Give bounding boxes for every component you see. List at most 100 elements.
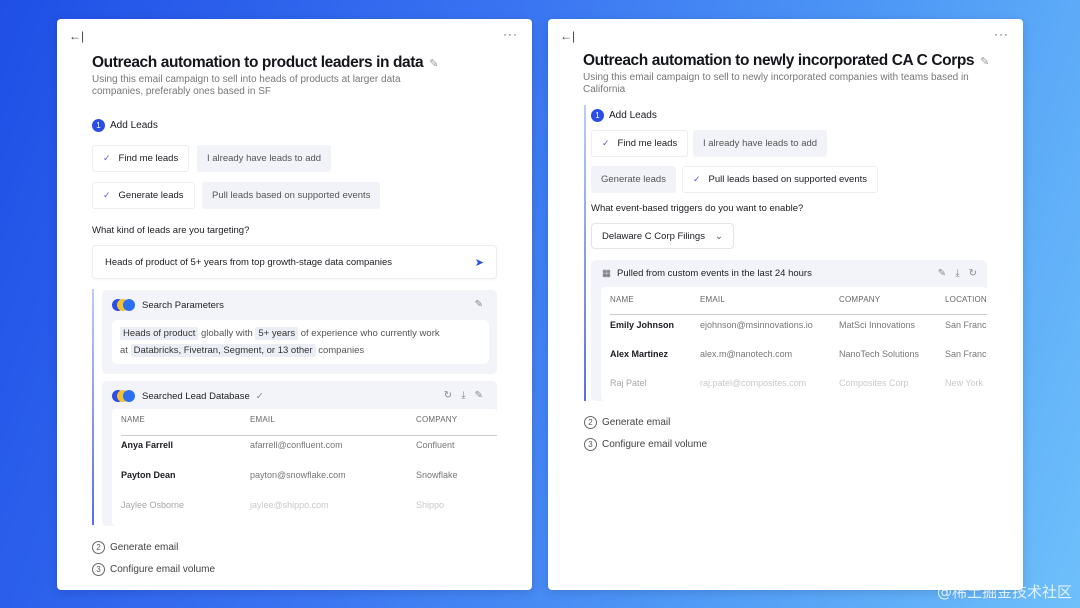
page-subtitle: Using this email campaign to sell into h… [92,74,401,97]
step-number: 2 [584,416,597,429]
step-add-leads: 1 Add Leads [591,109,657,122]
option-find-me-leads[interactable]: ✓ Find me leads [591,130,689,157]
column-header: EMAIL [700,294,726,304]
table-icon: ▦ [602,268,611,279]
cell-name: Jaylee Osborne [121,500,185,510]
lead-database-panel: Searched Lead Database ✓ ↻ ⤓ ✎ NAME EMAIL COM… [102,381,497,526]
more-options-icon[interactable]: ··· [994,27,1009,41]
param-text: companies [318,345,365,356]
check-icon: ✓ [103,190,111,200]
cell-email: ejohnson@msinnovations.io [700,320,813,330]
refresh-icon[interactable]: ↻ [444,390,452,401]
targeting-question: What kind of leads are you targeting? [92,225,250,236]
param-text: of experience who currently work [300,328,440,339]
param-text: at [120,345,128,356]
step-label: Generate email [110,542,179,553]
collapse-back-icon[interactable]: ←| [69,29,84,43]
cell-email: alex.m@nanotech.com [700,349,793,359]
chevron-down-icon: ⌄ [715,230,723,242]
option-generate-leads[interactable]: Generate leads [591,166,676,193]
option-label: Pull leads based on supported events [708,174,867,185]
step-progress-line [92,289,94,525]
option-label: Generate leads [118,190,184,201]
cell-name: Raj Patel [610,378,647,388]
cell-location: New York [945,378,984,388]
collapse-back-icon[interactable]: ←| [560,29,575,43]
triggers-question: What event-based triggers do you want to… [591,203,804,214]
step-generate-email[interactable]: 2 Generate email [92,541,178,554]
option-label: Pull leads based on supported events [212,190,371,201]
option-have-leads[interactable]: I already have leads to add [197,145,332,172]
leads-target-input[interactable]: Heads of product of 5+ years from top gr… [92,245,497,279]
edit-icon[interactable]: ✎ [938,268,946,279]
download-icon[interactable]: ⤓ [461,390,465,401]
step-number: 3 [92,563,105,576]
option-generate-leads[interactable]: ✓ Generate leads [92,182,195,209]
check-icon: ✓ [602,138,610,148]
param-tag[interactable]: Heads of product [120,327,199,340]
check-icon: ✓ [103,153,111,163]
column-header: NAME [121,414,145,424]
cell-email: raj.patel@composites.com [700,378,807,388]
cell-email: jaylee@shippo.com [250,500,329,510]
column-header: EMAIL [250,414,276,424]
param-tag[interactable]: Databricks, Fivetran, Segment, or 13 oth… [130,344,316,357]
step-configure-volume[interactable]: 3 Configure email volume [92,563,215,576]
more-options-icon[interactable]: ··· [503,27,518,41]
column-header: COMPANY [416,414,458,424]
header-divider [610,314,987,315]
page-title: Outreach automation to newly incorporate… [583,52,989,70]
cell-location: San Franc [945,320,987,330]
select-value: Delaware C Corp Filings [602,230,705,242]
step-label: Add Leads [609,110,657,121]
step-number: 2 [92,541,105,554]
option-pull-leads-events[interactable]: ✓ Pull leads based on supported events [682,166,878,193]
option-pull-leads-events[interactable]: Pull leads based on supported events [202,182,381,209]
step-number: 3 [584,438,597,451]
events-leads-table: NAME EMAIL COMPANY LOCATION Emily Johnson ej… [601,287,987,401]
cell-company: MatSci Innovations [839,320,916,330]
integration-logos-icon [112,299,136,311]
edit-icon[interactable]: ✎ [475,390,483,401]
cell-company: Shippo [416,500,445,510]
cell-company: Snowflake [416,470,458,480]
panel-header: Searched Lead Database ✓ [112,390,264,402]
search-params-text: Heads of product globally with 5+ years … [112,320,489,364]
step-configure-volume[interactable]: 3 Configure email volume [584,438,707,451]
input-value: Heads of product of 5+ years from top gr… [105,256,393,268]
step-progress-line [584,105,586,401]
param-text: globally with [201,328,253,339]
page-subtitle: Using this email campaign to sell to new… [583,72,969,95]
edit-icon[interactable]: ✎ [475,299,483,310]
option-have-leads[interactable]: I already have leads to add [693,130,828,157]
edit-title-icon[interactable]: ✎ [429,58,438,70]
cell-email: afarrell@confluent.com [250,440,343,450]
panel-title: Searched Lead Database [142,390,250,402]
event-trigger-select[interactable]: Delaware C Corp Filings ⌄ [591,223,734,249]
step-label: Generate email [602,417,671,428]
panel-title: Pulled from custom events in the last 24… [616,268,812,279]
column-header: LOCATION [945,294,987,304]
step-generate-email[interactable]: 2 Generate email [584,416,670,429]
option-label: I already have leads to add [703,138,818,149]
refresh-icon[interactable]: ↻ [969,268,977,279]
check-icon: ✓ [255,390,264,402]
step-label: Configure email volume [602,439,708,450]
cell-name: Alex Martinez [610,349,669,359]
cell-email: payton@snowflake.com [250,470,346,480]
option-find-me-leads[interactable]: ✓ Find me leads [92,145,190,172]
step-number: 1 [92,119,105,132]
step-number: 1 [591,109,604,122]
cell-name: Emily Johnson [610,320,675,330]
column-header: NAME [610,294,634,304]
edit-title-icon[interactable]: ✎ [980,56,989,68]
send-icon[interactable]: ➤ [475,256,484,269]
option-label: Find me leads [617,138,678,149]
watermark: @稀土掘金技术社区 [936,583,1072,601]
option-label: Generate leads [601,174,666,185]
cell-company: Composites Corp [839,378,909,388]
param-tag[interactable]: 5+ years [255,327,299,340]
step-label: Configure email volume [110,564,216,575]
search-parameters-panel: Search Parameters ✎ Heads of product glo… [102,290,497,374]
download-icon[interactable]: ⤓ [955,268,959,279]
